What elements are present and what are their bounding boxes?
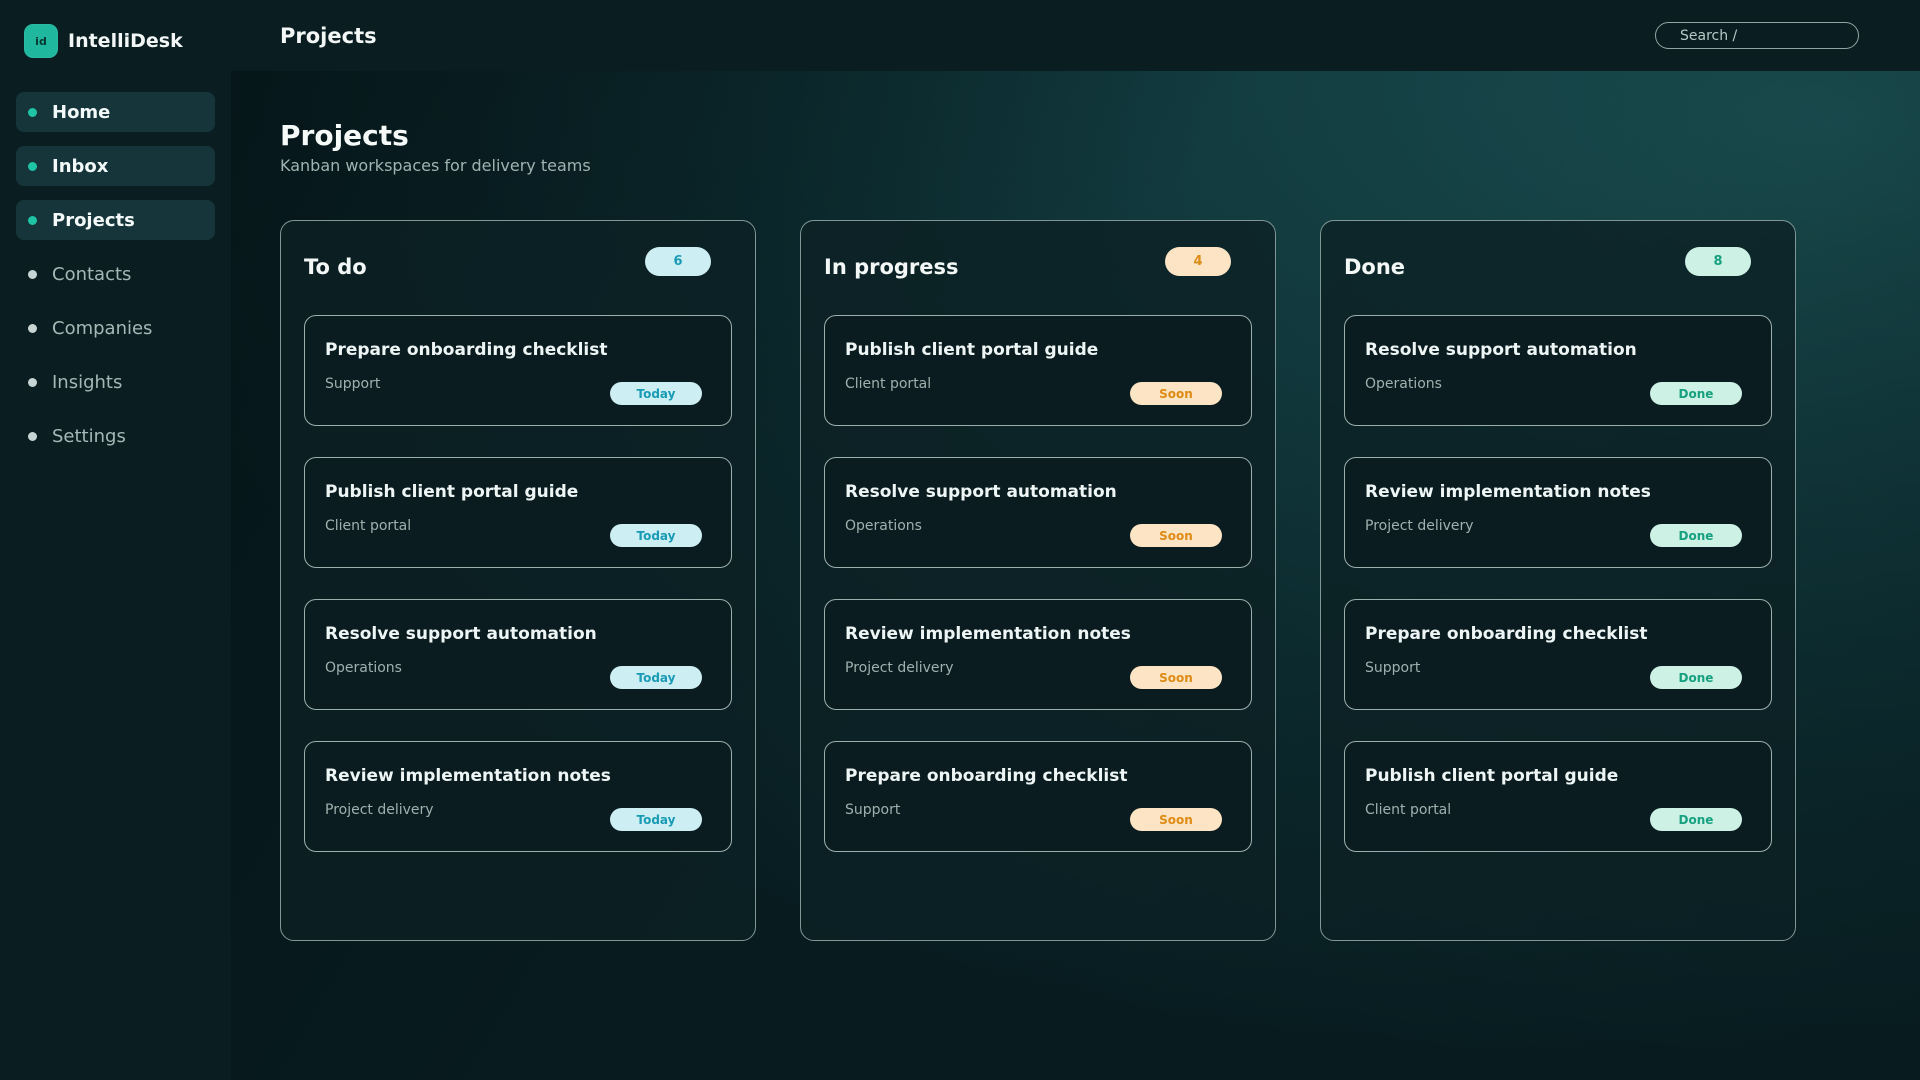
due-badge: Soon xyxy=(1130,524,1222,547)
task-card[interactable]: Resolve support automation Operations To… xyxy=(304,599,732,710)
sidebar-item-home[interactable]: Home xyxy=(16,92,215,132)
sidebar-item-contacts[interactable]: Contacts xyxy=(16,254,215,294)
card-title: Resolve support automation xyxy=(845,482,1117,502)
card-list: Prepare onboarding checklist Support Tod… xyxy=(304,315,732,883)
sidebar-item-companies[interactable]: Companies xyxy=(16,308,215,348)
dot-icon xyxy=(28,431,37,441)
card-title: Prepare onboarding checklist xyxy=(325,340,608,360)
task-card[interactable]: Review implementation notes Project deli… xyxy=(1344,457,1772,568)
sidebar-item-label: Home xyxy=(52,101,111,123)
task-card[interactable]: Publish client portal guide Client porta… xyxy=(824,315,1252,426)
sidebar-item-label: Contacts xyxy=(52,263,132,285)
kanban-board: To do 6 Prepare onboarding checklist Sup… xyxy=(280,220,1796,941)
sidebar: id IntelliDesk Home Inbox Projects Conta… xyxy=(0,0,231,1080)
card-list: Publish client portal guide Client porta… xyxy=(824,315,1252,883)
card-title: Review implementation notes xyxy=(845,624,1131,644)
page-title: Projects xyxy=(280,119,409,152)
due-badge: Today xyxy=(610,524,702,547)
sidebar-item-label: Inbox xyxy=(52,155,109,177)
column-title: In progress xyxy=(824,255,959,279)
sidebar-nav: Home Inbox Projects Contacts Companies I… xyxy=(0,92,231,456)
column-done: Done 8 Resolve support automation Operat… xyxy=(1320,220,1796,941)
card-title: Review implementation notes xyxy=(325,766,611,786)
due-badge: Today xyxy=(610,382,702,405)
status-badge: Done xyxy=(1650,524,1742,547)
app-window: id IntelliDesk Home Inbox Projects Conta… xyxy=(0,0,1920,1080)
sidebar-item-label: Companies xyxy=(52,317,153,339)
column-count-badge: 8 xyxy=(1685,247,1751,276)
column-in-progress: In progress 4 Publish client portal guid… xyxy=(800,220,1276,941)
due-badge: Soon xyxy=(1130,382,1222,405)
card-title: Resolve support automation xyxy=(325,624,597,644)
due-badge: Soon xyxy=(1130,666,1222,689)
column-title: To do xyxy=(304,255,367,279)
due-badge: Today xyxy=(610,666,702,689)
task-card[interactable]: Review implementation notes Project deli… xyxy=(824,599,1252,710)
brand-name: IntelliDesk xyxy=(68,30,183,52)
sidebar-item-inbox[interactable]: Inbox xyxy=(16,146,215,186)
sidebar-item-label: Settings xyxy=(52,425,126,447)
main-content: Projects Kanban workspaces for delivery … xyxy=(231,71,1920,1080)
due-badge: Today xyxy=(610,808,702,831)
column-todo: To do 6 Prepare onboarding checklist Sup… xyxy=(280,220,756,941)
card-title: Prepare onboarding checklist xyxy=(1365,624,1648,644)
sidebar-item-label: Projects xyxy=(52,209,135,231)
task-card[interactable]: Publish client portal guide Client porta… xyxy=(304,457,732,568)
column-title: Done xyxy=(1344,255,1406,279)
card-title: Publish client portal guide xyxy=(325,482,579,502)
sidebar-item-insights[interactable]: Insights xyxy=(16,362,215,402)
task-card[interactable]: Publish client portal guide Client porta… xyxy=(1344,741,1772,852)
task-card[interactable]: Review implementation notes Project deli… xyxy=(304,741,732,852)
card-title: Publish client portal guide xyxy=(845,340,1099,360)
task-card[interactable]: Resolve support automation Operations So… xyxy=(824,457,1252,568)
sidebar-item-settings[interactable]: Settings xyxy=(16,416,215,456)
card-category: Support xyxy=(325,376,381,392)
status-badge: Done xyxy=(1650,382,1742,405)
sidebar-item-label: Insights xyxy=(52,371,123,393)
dot-icon xyxy=(28,323,37,333)
topbar: Projects xyxy=(231,0,1920,71)
card-category: Project delivery xyxy=(1365,518,1474,534)
card-category: Operations xyxy=(325,660,402,676)
status-badge: Done xyxy=(1650,666,1742,689)
task-card[interactable]: Resolve support automation Operations Do… xyxy=(1344,315,1772,426)
column-count-badge: 6 xyxy=(645,247,711,276)
card-category: Operations xyxy=(1365,376,1442,392)
search-input[interactable] xyxy=(1655,22,1859,49)
task-card[interactable]: Prepare onboarding checklist Support Tod… xyxy=(304,315,732,426)
card-category: Client portal xyxy=(845,376,932,392)
topbar-title: Projects xyxy=(280,24,377,48)
dot-icon xyxy=(28,377,37,387)
card-category: Project delivery xyxy=(845,660,954,676)
due-badge: Soon xyxy=(1130,808,1222,831)
card-category: Client portal xyxy=(1365,802,1452,818)
card-title: Prepare onboarding checklist xyxy=(845,766,1128,786)
card-category: Support xyxy=(845,802,901,818)
page-subtitle: Kanban workspaces for delivery teams xyxy=(280,156,591,175)
brand-logo-icon: id xyxy=(24,24,58,58)
card-title: Review implementation notes xyxy=(1365,482,1651,502)
task-card[interactable]: Prepare onboarding checklist Support Don… xyxy=(1344,599,1772,710)
brand[interactable]: id IntelliDesk xyxy=(24,22,231,60)
card-category: Operations xyxy=(845,518,922,534)
card-title: Publish client portal guide xyxy=(1365,766,1619,786)
dot-icon xyxy=(28,161,37,171)
column-count-badge: 4 xyxy=(1165,247,1231,276)
dot-icon xyxy=(28,107,37,117)
card-category: Project delivery xyxy=(325,802,434,818)
status-badge: Done xyxy=(1650,808,1742,831)
dot-icon xyxy=(28,269,37,279)
dot-icon xyxy=(28,215,37,225)
card-title: Resolve support automation xyxy=(1365,340,1637,360)
card-list: Resolve support automation Operations Do… xyxy=(1344,315,1772,883)
card-category: Support xyxy=(1365,660,1421,676)
sidebar-item-projects[interactable]: Projects xyxy=(16,200,215,240)
task-card[interactable]: Prepare onboarding checklist Support Soo… xyxy=(824,741,1252,852)
card-category: Client portal xyxy=(325,518,412,534)
